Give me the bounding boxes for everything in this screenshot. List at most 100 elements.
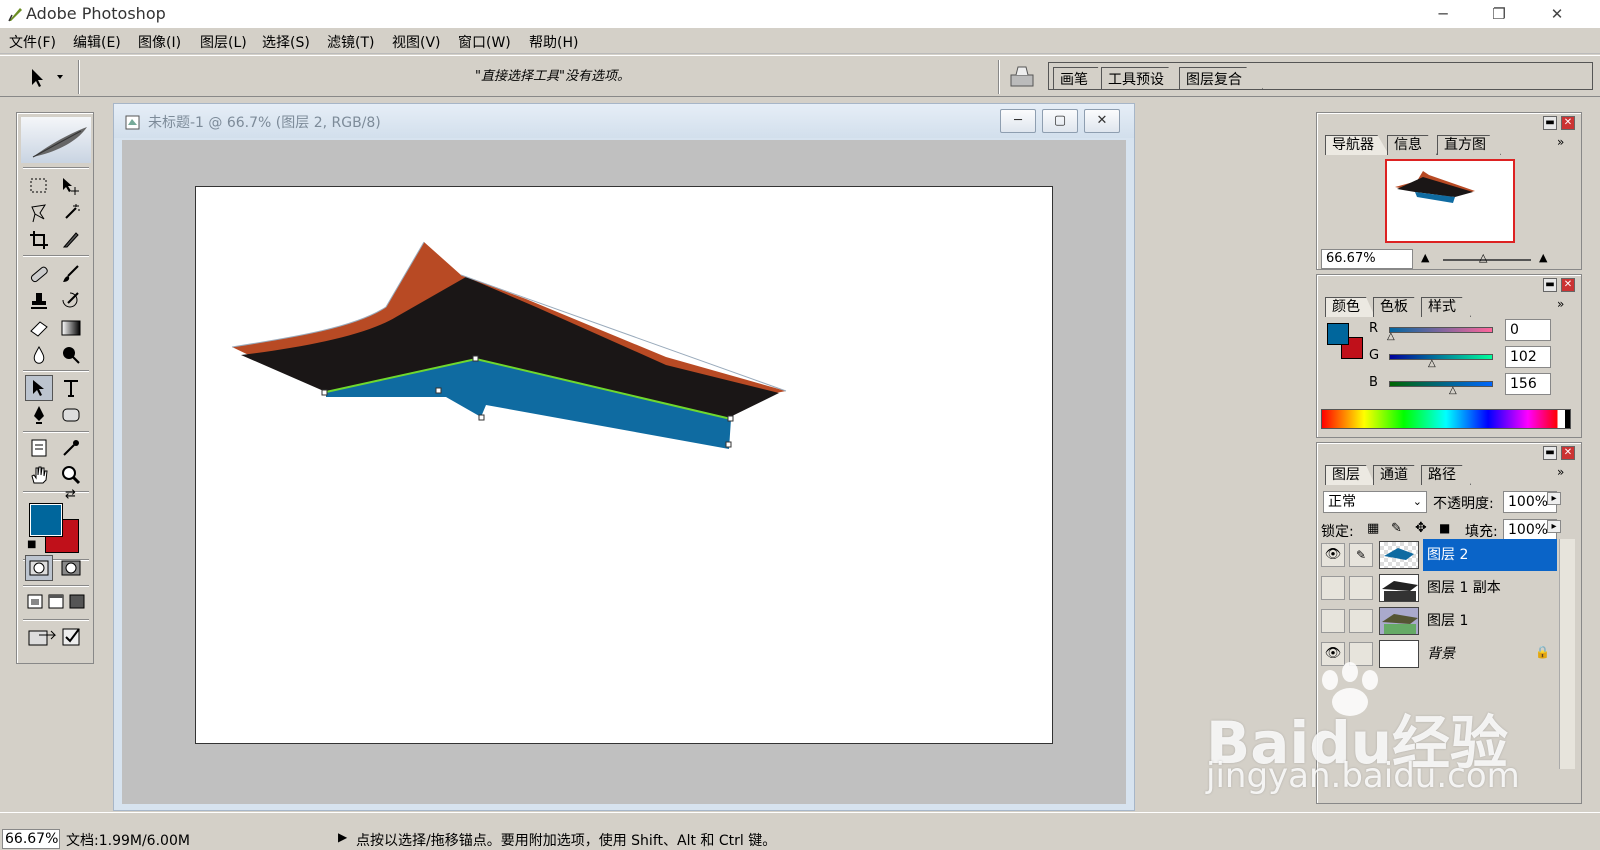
eyedropper-tool[interactable] <box>57 435 85 461</box>
type-tool[interactable] <box>57 375 85 401</box>
visibility-toggle[interactable] <box>1321 609 1345 633</box>
panel-menu-icon[interactable]: » <box>1557 135 1564 149</box>
gradient-tool[interactable] <box>57 315 85 341</box>
history-brush-tool[interactable] <box>57 288 85 314</box>
fullscreen-menu-icon[interactable] <box>48 594 64 609</box>
status-zoom-field[interactable]: 66.67% <box>2 829 60 849</box>
lock-all-icon[interactable]: ■ <box>1439 521 1450 535</box>
navigator-preview[interactable] <box>1385 159 1515 243</box>
close-button[interactable]: ✕ <box>1534 2 1580 26</box>
standard-mode-button[interactable] <box>25 555 53 581</box>
layer-name[interactable]: 图层 1 <box>1423 605 1557 637</box>
fill-slider-button[interactable]: ▸ <box>1547 520 1561 533</box>
blend-mode-select[interactable]: 正常 ⌄ <box>1323 491 1427 513</box>
tab-layer-comps[interactable]: 图层复合 <box>1179 67 1263 89</box>
menu-window[interactable]: 窗口(W) <box>458 32 511 52</box>
document-minimize-button[interactable]: ─ <box>1000 109 1036 133</box>
eye-icon[interactable]: 👁 <box>1321 543 1345 567</box>
channel-b-field[interactable]: 156 <box>1505 373 1551 395</box>
slice-tool[interactable] <box>57 227 85 253</box>
tab-color[interactable]: 颜色 <box>1325 297 1375 317</box>
layer-row[interactable]: 👁 ✎ 图层 2 <box>1321 539 1557 571</box>
menu-filter[interactable]: 滤镜(T) <box>327 32 374 52</box>
healing-brush-tool[interactable] <box>25 261 53 287</box>
zoom-in-icon[interactable]: ▲ <box>1539 251 1547 264</box>
dodge-tool[interactable] <box>57 342 85 368</box>
panel-close-button[interactable]: ✕ <box>1561 278 1575 292</box>
panel-minimize-button[interactable]: ▬ <box>1543 116 1557 130</box>
tab-channels[interactable]: 通道 <box>1373 465 1423 485</box>
layer-row[interactable]: 图层 1 副本 <box>1321 572 1555 604</box>
channel-g-thumb[interactable]: △ <box>1428 358 1436 369</box>
marquee-tool[interactable] <box>25 173 53 199</box>
tool-preset-picker[interactable] <box>22 63 72 91</box>
foreground-color-swatch[interactable] <box>29 503 63 537</box>
tab-brushes[interactable]: 画笔 <box>1053 67 1109 89</box>
status-menu-arrow-icon[interactable]: ▶ <box>338 830 347 844</box>
document-close-button[interactable]: ✕ <box>1084 109 1120 133</box>
restore-button[interactable]: ❐ <box>1476 2 1522 26</box>
crop-tool[interactable] <box>25 227 53 253</box>
lock-pixels-icon[interactable]: ✎ <box>1391 521 1402 536</box>
menu-edit[interactable]: 编辑(E) <box>73 32 121 52</box>
channel-r-field[interactable]: 0 <box>1505 319 1551 341</box>
magic-wand-tool[interactable] <box>57 200 85 226</box>
channel-g-field[interactable]: 102 <box>1505 346 1551 368</box>
tab-layers[interactable]: 图层 <box>1325 465 1375 485</box>
blur-tool[interactable] <box>25 342 53 368</box>
channel-r-thumb[interactable]: △ <box>1387 331 1395 342</box>
canvas[interactable] <box>195 186 1053 744</box>
tab-info[interactable]: 信息 <box>1387 135 1437 155</box>
tab-swatches[interactable]: 色板 <box>1373 297 1423 317</box>
tab-tool-presets[interactable]: 工具预设 <box>1101 67 1185 89</box>
menu-layer[interactable]: 图层(L) <box>200 32 247 52</box>
brush-tool[interactable] <box>57 261 85 287</box>
layer-name[interactable]: 图层 1 副本 <box>1423 572 1557 604</box>
panel-minimize-button[interactable]: ▬ <box>1543 278 1557 292</box>
color-panel-foreground-swatch[interactable] <box>1327 323 1349 345</box>
zoom-tool[interactable] <box>57 462 85 488</box>
pen-tool[interactable] <box>25 402 53 428</box>
tab-styles[interactable]: 样式 <box>1421 297 1471 317</box>
document-maximize-button[interactable]: ▢ <box>1042 109 1078 133</box>
opacity-slider-button[interactable]: ▸ <box>1547 492 1561 505</box>
status-doc-size[interactable]: 文档:1.99M/6.00M <box>66 830 190 850</box>
layers-scrollbar[interactable] <box>1559 539 1575 769</box>
channel-g-slider[interactable] <box>1389 354 1493 360</box>
tab-navigator[interactable]: 导航器 <box>1325 135 1389 155</box>
default-colors-icon[interactable]: ■ <box>27 539 36 550</box>
color-spectrum-bar[interactable] <box>1321 409 1571 429</box>
tab-histogram[interactable]: 直方图 <box>1437 135 1501 155</box>
notes-tool[interactable] <box>25 435 53 461</box>
channel-b-slider[interactable] <box>1389 381 1493 387</box>
link-toggle[interactable] <box>1349 576 1373 600</box>
navigator-zoom-field[interactable]: 66.67% <box>1321 249 1413 269</box>
toolbox-feather-logo[interactable] <box>21 117 91 163</box>
zoom-out-icon[interactable]: ▲ <box>1421 251 1429 264</box>
swap-colors-icon[interactable]: ⇄ <box>65 487 76 502</box>
panel-menu-icon[interactable]: » <box>1557 297 1564 311</box>
fullscreen-icon[interactable] <box>69 594 85 609</box>
quick-mask-button[interactable] <box>57 555 85 581</box>
tab-paths[interactable]: 路径 <box>1421 465 1471 485</box>
jump-to-imageready[interactable] <box>25 623 89 651</box>
palette-well-icon[interactable] <box>1008 63 1036 89</box>
channel-r-slider[interactable] <box>1389 327 1493 333</box>
layer-row[interactable]: 图层 1 <box>1321 605 1555 637</box>
menu-file[interactable]: 文件(F) <box>9 32 56 52</box>
lock-position-icon[interactable]: ✥ <box>1415 520 1427 536</box>
standard-screen-icon[interactable] <box>27 594 43 609</box>
document-title-bar[interactable]: 未标题-1 @ 66.7% (图层 2, RGB/8) ─ ▢ ✕ <box>114 104 1134 138</box>
menu-view[interactable]: 视图(V) <box>392 32 441 52</box>
lock-transparency-icon[interactable]: ▦ <box>1367 521 1379 536</box>
move-tool[interactable] <box>57 173 85 199</box>
menu-image[interactable]: 图像(I) <box>138 32 181 52</box>
lasso-tool[interactable] <box>25 200 53 226</box>
panel-menu-icon[interactable]: » <box>1557 465 1564 479</box>
channel-b-thumb[interactable]: △ <box>1449 385 1457 396</box>
visibility-toggle[interactable] <box>1321 576 1345 600</box>
shape-tool[interactable] <box>57 402 85 428</box>
hand-tool[interactable] <box>25 462 53 488</box>
zoom-slider-thumb[interactable]: △ <box>1479 251 1487 264</box>
minimize-button[interactable]: ─ <box>1420 2 1466 26</box>
